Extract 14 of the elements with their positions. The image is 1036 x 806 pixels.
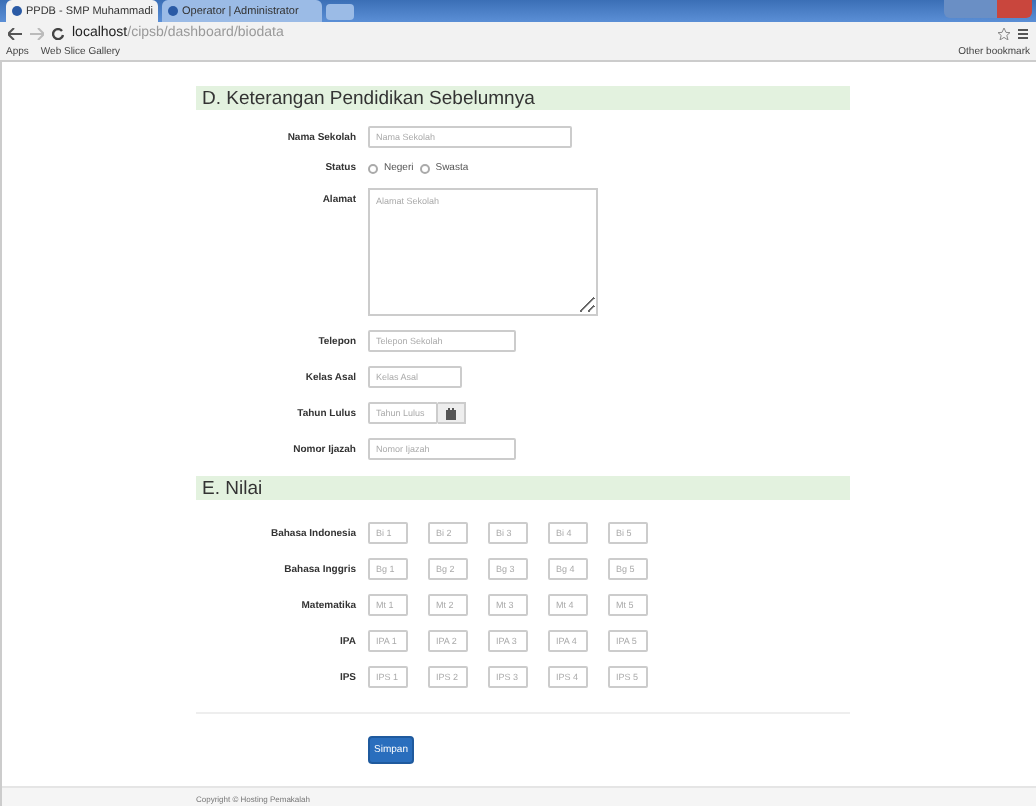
menu-icon[interactable] xyxy=(1018,27,1028,40)
favicon-icon xyxy=(12,6,22,17)
back-arrow-icon[interactable] xyxy=(8,27,22,40)
reload-icon[interactable] xyxy=(52,27,64,40)
radio-button[interactable] xyxy=(368,163,378,173)
section-heading: D. Keterangan Pendidikan Sebelumnya xyxy=(196,86,850,110)
forward-arrow-icon[interactable] xyxy=(30,27,44,40)
new-tab-button[interactable] xyxy=(326,4,354,21)
calendar-icon xyxy=(446,407,456,419)
section-heading: E. Nilai xyxy=(196,476,850,500)
star-icon[interactable] xyxy=(998,27,1010,40)
favicon-icon xyxy=(168,6,178,17)
calendar-addon[interactable] xyxy=(438,402,466,424)
radio-button[interactable] xyxy=(419,163,430,173)
